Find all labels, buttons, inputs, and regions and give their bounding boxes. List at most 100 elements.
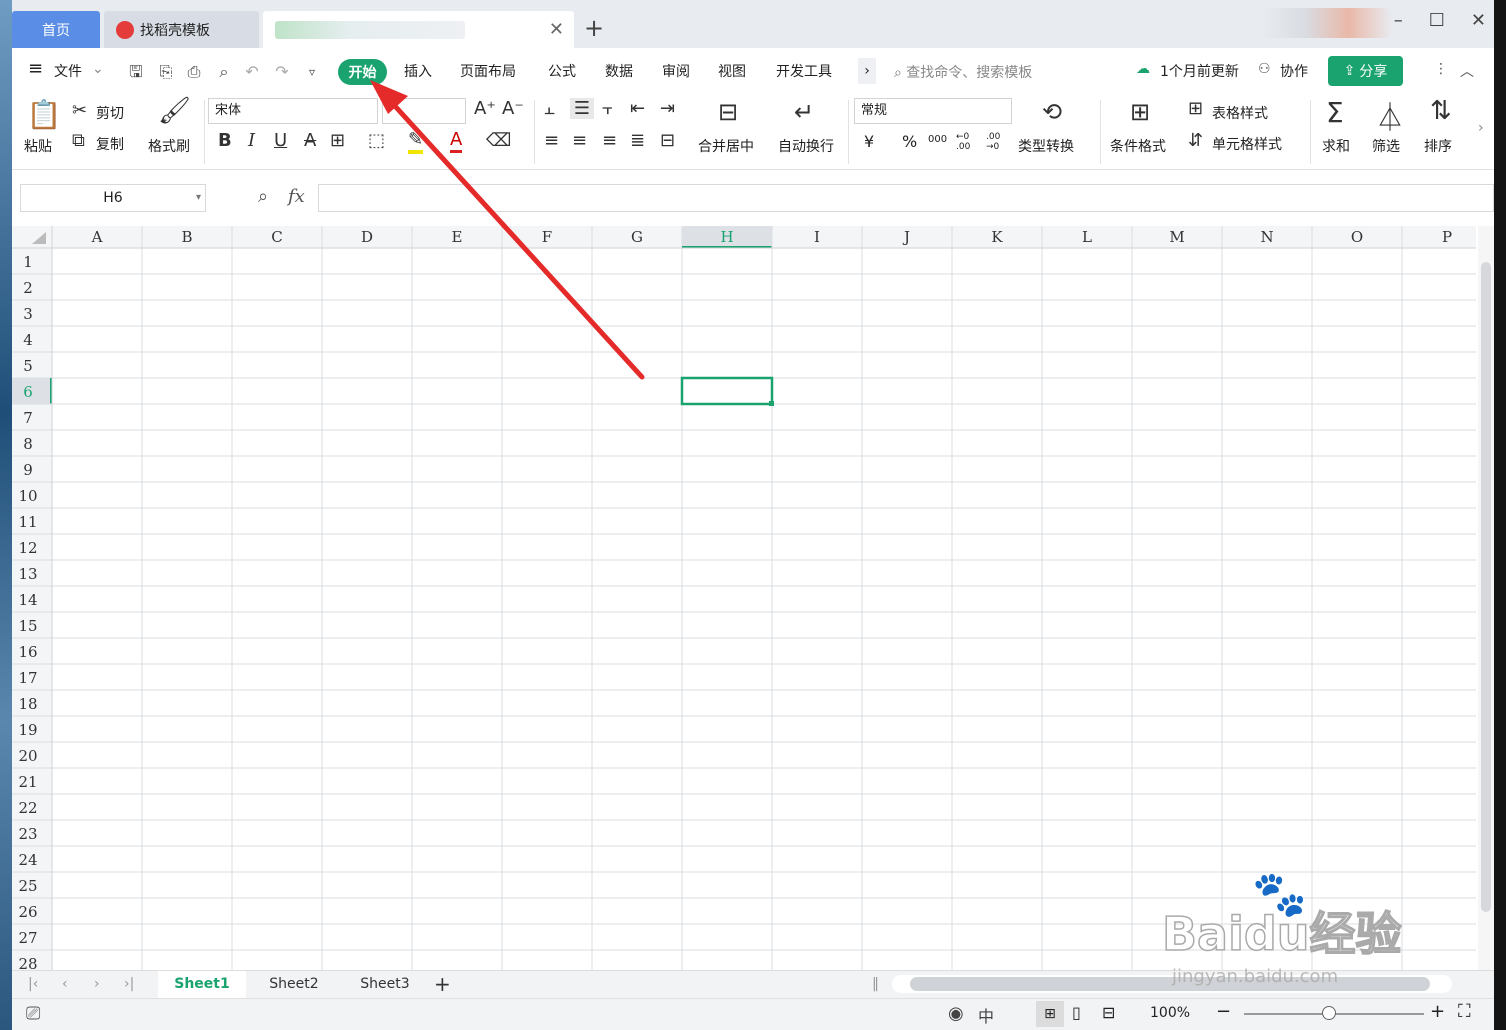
export-pdf-icon[interactable]: ⎘	[156, 62, 176, 82]
hamburger-menu-icon[interactable]: ≡	[28, 58, 43, 79]
align-right-icon[interactable]: ≡	[602, 130, 617, 151]
row-header-1[interactable]: 1	[23, 253, 33, 271]
close-tab-icon[interactable]: ✕	[549, 19, 564, 40]
row-header-23[interactable]: 23	[18, 825, 37, 843]
filter-icon[interactable]: ⏃	[1376, 96, 1404, 136]
add-sheet-button[interactable]: +	[434, 971, 451, 999]
paste-icon[interactable]: 📋	[26, 98, 62, 131]
spreadsheet-grid[interactable]: A B C D E F G H I J K L M N O P 1 2 3 4 5 6 7 8 9 10 11 12 13 14 15 16 1…	[12, 226, 1494, 970]
next-sheet-icon[interactable]: ›	[94, 971, 100, 999]
row-header-28[interactable]: 28	[18, 955, 37, 970]
merge-center-icon[interactable]: ⊟	[718, 98, 738, 126]
number-format-select[interactable]: 常规	[854, 98, 1012, 124]
redo-icon[interactable]: ↷	[272, 62, 292, 82]
horizontal-scrollbar-thumb[interactable]	[910, 977, 1430, 991]
grid-canvas[interactable]: A B C D E F G H I J K L M N O P123456789101112131415161…	[12, 226, 1494, 970]
italic-button[interactable]: I	[248, 130, 255, 151]
decrease-decimal-button[interactable]: .00 →0	[986, 132, 1010, 152]
thousands-separator-button[interactable]: 000	[928, 134, 947, 145]
page-break-view-icon[interactable]: ⊟	[1102, 1003, 1115, 1022]
row-header-9[interactable]: 9	[23, 461, 33, 479]
row-header-17[interactable]: 17	[18, 669, 37, 687]
collapse-ribbon-icon[interactable]: ︿	[1460, 61, 1474, 81]
underline-button[interactable]: U	[274, 130, 287, 151]
cell-style-icon[interactable]: ⇵	[1188, 130, 1203, 151]
cloud-sync-icon[interactable]: ☁	[1136, 61, 1150, 77]
row-header-15[interactable]: 15	[18, 617, 37, 635]
file-menu-chevron-icon[interactable]: ⌄	[92, 61, 104, 77]
zoom-slider-handle[interactable]	[1322, 1006, 1336, 1020]
row-header-11[interactable]: 11	[18, 513, 37, 531]
row-header-24[interactable]: 24	[18, 851, 37, 869]
menu-developer[interactable]: 开发工具	[776, 61, 832, 81]
zoom-formula-icon[interactable]: ⌕	[258, 186, 268, 207]
column-header-P[interactable]: P	[1442, 228, 1452, 246]
new-tab-button[interactable]: +	[584, 14, 604, 42]
align-center-icon[interactable]: ≡	[572, 130, 587, 151]
justify-icon[interactable]: ≣	[630, 130, 645, 151]
macro-record-icon[interactable]: ⎚	[26, 1003, 40, 1024]
row-header-16[interactable]: 16	[18, 643, 37, 661]
column-header-N[interactable]: N	[1260, 228, 1273, 246]
formula-input[interactable]	[318, 184, 1494, 212]
fullscreen-icon[interactable]: ⛶	[1458, 1001, 1471, 1022]
print-icon[interactable]: ⎙	[184, 62, 204, 82]
sheet-tab-3[interactable]: Sheet3	[342, 971, 428, 999]
row-header-27[interactable]: 27	[18, 929, 37, 947]
column-header-L[interactable]: L	[1082, 228, 1092, 246]
wrap-text-icon[interactable]: ↵	[794, 98, 814, 126]
command-search[interactable]: ⌕ 查找命令、搜索模板	[894, 62, 1032, 82]
customize-toolbar-icon[interactable]: ▿	[302, 62, 322, 82]
ribbon-scroll-right-icon[interactable]: ›	[1478, 120, 1484, 136]
row-header-2[interactable]: 2	[23, 279, 33, 297]
strikethrough-button[interactable]: A	[304, 130, 316, 151]
format-painter-icon[interactable]: 🖌	[158, 96, 191, 126]
eye-protection-icon[interactable]: ◉	[948, 1003, 964, 1024]
wrap-text-label[interactable]: 自动换行	[778, 136, 834, 156]
table-style-icon[interactable]: ⊞	[1188, 98, 1203, 119]
type-convert-icon[interactable]: ⟲	[1042, 98, 1062, 126]
cell-style-label[interactable]: 单元格样式	[1212, 134, 1282, 154]
row-header-4[interactable]: 4	[23, 331, 33, 349]
sort-label[interactable]: 排序	[1424, 136, 1452, 156]
type-convert-label[interactable]: 类型转换	[1018, 136, 1074, 156]
fill-handle[interactable]	[769, 401, 774, 406]
row-header-26[interactable]: 26	[18, 903, 37, 921]
more-options-icon[interactable]: ⋮	[1434, 61, 1448, 77]
prev-sheet-icon[interactable]: ‹	[62, 971, 68, 999]
row-header-5[interactable]: 5	[23, 357, 33, 375]
column-header-K[interactable]: K	[991, 228, 1003, 246]
align-left-icon[interactable]: ≡	[544, 130, 559, 151]
row-header-10[interactable]: 10	[18, 487, 37, 505]
column-header-D[interactable]: D	[361, 228, 373, 246]
last-sheet-icon[interactable]: ›|	[124, 971, 134, 999]
zoom-level[interactable]: 100%	[1150, 1005, 1190, 1021]
print-preview-icon[interactable]: ⌕	[214, 62, 234, 82]
column-header-G[interactable]: G	[631, 228, 643, 246]
decrease-indent-icon[interactable]: ⇤	[630, 98, 645, 119]
horizontal-scrollbar[interactable]	[892, 975, 1452, 993]
menu-view[interactable]: 视图	[718, 61, 746, 81]
sheet-tab-2[interactable]: Sheet2	[250, 971, 338, 999]
collaborate-button[interactable]: 协作	[1280, 61, 1308, 81]
sum-icon[interactable]: Σ	[1326, 96, 1344, 129]
account-area-blurred[interactable]	[1262, 8, 1392, 38]
tab-template[interactable]: 找稻壳模板	[104, 11, 259, 48]
column-header-B[interactable]: B	[181, 228, 192, 246]
row-header-12[interactable]: 12	[18, 539, 37, 557]
currency-button[interactable]: ¥	[864, 132, 874, 151]
fill-color-icon[interactable]: ✎	[408, 130, 424, 154]
update-status[interactable]: 1个月前更新	[1160, 61, 1239, 81]
tab-home[interactable]: 首页	[12, 11, 100, 48]
name-box[interactable]: H6 ▾	[20, 184, 206, 212]
menu-page-layout[interactable]: 页面布局	[460, 61, 516, 81]
undo-icon[interactable]: ↶	[242, 62, 262, 82]
conditional-format-label[interactable]: 条件格式	[1110, 136, 1166, 156]
sum-label[interactable]: 求和	[1322, 136, 1350, 156]
column-header-I[interactable]: I	[814, 228, 820, 246]
font-name-select[interactable]: 宋体	[208, 98, 378, 124]
normal-view-icon[interactable]: ⊞	[1036, 1001, 1064, 1027]
column-header-H[interactable]: H	[720, 228, 733, 246]
distributed-align-icon[interactable]: ⊟	[660, 130, 675, 151]
menu-review[interactable]: 审阅	[662, 61, 690, 81]
